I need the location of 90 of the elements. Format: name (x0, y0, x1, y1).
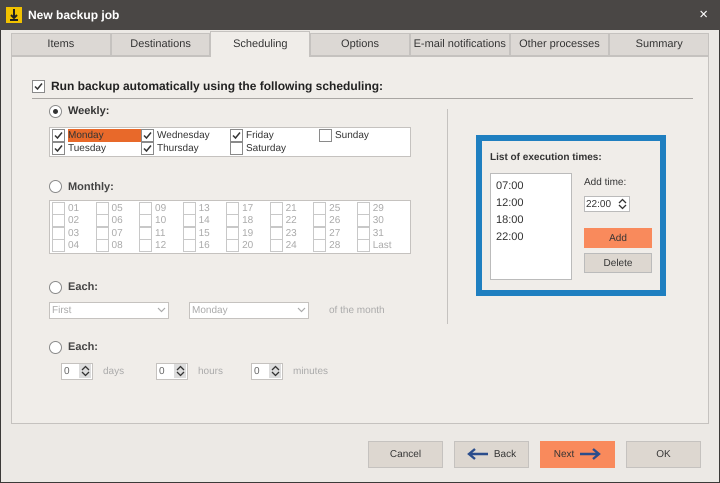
day-label: 30 (372, 214, 384, 228)
checkmark-icon (232, 130, 241, 140)
left-arrow-icon (466, 447, 489, 461)
checkbox[interactable] (141, 142, 154, 154)
day-label: 31 (372, 226, 384, 241)
delete-button[interactable]: Delete (584, 253, 652, 273)
day-label: 01 (68, 202, 80, 216)
close-button[interactable]: × (693, 4, 714, 26)
day-label: 22 (286, 214, 297, 228)
tab[interactable]: Summary (609, 33, 710, 56)
checkmark-icon (34, 82, 43, 90)
day-label: 21 (286, 202, 297, 216)
day-label: Monday (68, 128, 141, 142)
day-label: 24 (286, 239, 297, 254)
day-label: 10 (155, 214, 166, 228)
day-label: 07 (112, 226, 123, 241)
add-button[interactable]: Add (584, 228, 652, 248)
execution-times-title: List of execution times: (490, 151, 603, 165)
checkbox[interactable] (52, 128, 65, 142)
checkbox[interactable] (32, 80, 45, 92)
checkbox[interactable] (230, 128, 243, 142)
caret-icon (157, 307, 166, 313)
tab[interactable]: Items (11, 33, 111, 56)
checkbox[interactable] (230, 142, 243, 154)
section-label: Weekly: (68, 104, 110, 119)
day-label: 17 (242, 202, 254, 216)
spinner-arrows-icon (270, 365, 280, 377)
day-label: 29 (372, 202, 384, 216)
day-label: 05 (112, 202, 123, 216)
day-label: 16 (198, 239, 210, 254)
day-label: 18 (242, 214, 254, 228)
time-list-item[interactable]: 12:00 (496, 195, 566, 211)
time-spinner-field[interactable]: 22:00 (584, 196, 630, 212)
day-label: 02 (68, 214, 80, 228)
tab[interactable]: Options (310, 33, 410, 56)
section-label: Each: (68, 340, 98, 355)
spinner-arrows-icon (80, 365, 90, 377)
unit-label: hours (198, 364, 224, 378)
day-label: Sunday (335, 128, 370, 142)
right-arrow-icon (579, 447, 602, 461)
tab[interactable]: E-mail notifications (410, 33, 510, 56)
checkbox[interactable] (52, 142, 65, 154)
tab[interactable]: Other processes (510, 33, 610, 56)
checkbox[interactable] (141, 128, 154, 142)
day-label: 20 (242, 239, 254, 254)
day-label: 26 (329, 214, 340, 228)
time-list-item[interactable]: 07:00 (496, 178, 566, 194)
time-list-item[interactable]: 18:00 (496, 212, 566, 228)
day-label: Tuesday (68, 142, 107, 154)
day-label: Thursday (157, 142, 200, 154)
dialog-button[interactable]: Cancel (368, 440, 443, 468)
day-label: Wednesday (157, 128, 211, 142)
day-label: 08 (112, 239, 123, 254)
day-label: 14 (198, 214, 210, 228)
unit-label: minutes (293, 364, 328, 378)
tab[interactable]: Scheduling (210, 31, 310, 57)
dialog-button[interactable]: OK (626, 440, 701, 468)
unit-label: days (103, 364, 124, 378)
day-label: Last (372, 239, 392, 254)
day-label: Friday (246, 128, 275, 142)
day-label: Saturday (246, 142, 288, 154)
day-label: 27 (329, 226, 340, 241)
caret-icon (297, 307, 306, 313)
run-automatically-label: Run backup automatically using the following scheduling: (51, 78, 384, 95)
spinner-arrows-icon (618, 198, 627, 210)
app-logo-icon (6, 7, 22, 23)
section-label: Each: (68, 280, 98, 295)
of-the-month-label: of the month (329, 304, 385, 318)
checkbox[interactable] (319, 128, 332, 142)
radio-button[interactable] (49, 104, 62, 118)
next-button[interactable]: Next (540, 440, 615, 468)
window-title: New backup job (28, 7, 120, 24)
day-label: 06 (112, 214, 123, 228)
back-button[interactable]: Back (454, 440, 529, 468)
day-label: 25 (329, 202, 340, 216)
day-label: 12 (155, 239, 166, 254)
add-time-label: Add time: (584, 176, 628, 190)
day-label: 15 (198, 226, 210, 241)
day-label: 13 (198, 202, 210, 216)
day-label: 09 (155, 202, 166, 216)
day-label: 04 (68, 239, 80, 254)
time-list-item[interactable]: 22:00 (496, 229, 566, 245)
tab[interactable]: Destinations (110, 33, 210, 56)
section-label: Monthly: (68, 180, 114, 194)
day-label: 28 (329, 239, 340, 254)
spinner-arrows-icon (176, 365, 184, 377)
day-label: 03 (68, 226, 80, 241)
day-label: 11 (155, 226, 166, 241)
day-label: 19 (242, 226, 254, 241)
day-label: 23 (286, 226, 297, 241)
